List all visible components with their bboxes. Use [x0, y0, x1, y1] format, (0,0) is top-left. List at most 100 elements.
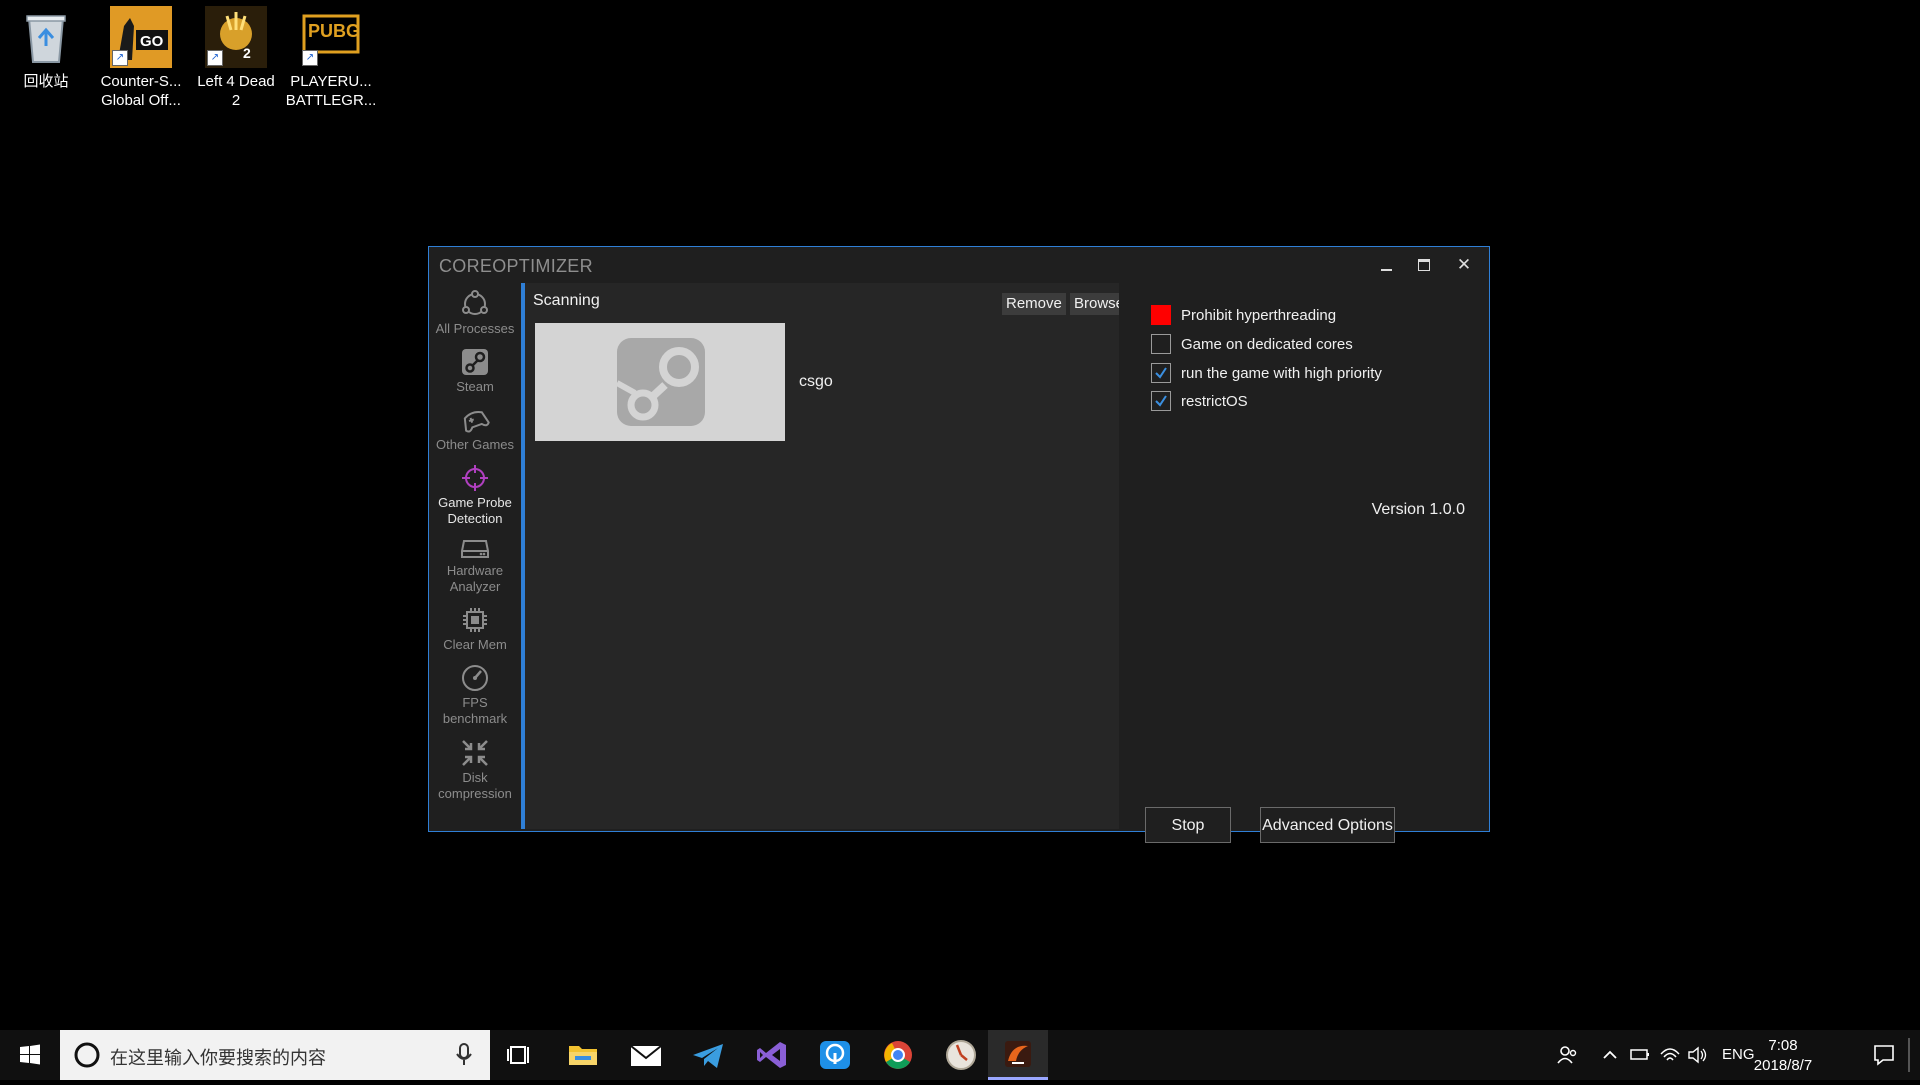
- telegram-icon: [679, 1030, 739, 1080]
- taskbar-chrome[interactable]: [868, 1030, 928, 1080]
- tray-volume-button[interactable]: [1686, 1030, 1710, 1080]
- prohibit-hyperthreading-checkbox[interactable]: [1151, 305, 1171, 325]
- desktop-icon-label: Counter-S...: [95, 72, 187, 91]
- task-view-icon: [490, 1030, 550, 1080]
- advanced-options-button[interactable]: Advanced Options: [1260, 807, 1395, 843]
- recycle-bin-icon: [15, 6, 77, 68]
- tray-people-button[interactable]: [1552, 1030, 1582, 1080]
- game-name: csgo: [799, 373, 833, 391]
- remove-button[interactable]: Remove: [1002, 293, 1066, 315]
- notification-icon: [1866, 1030, 1902, 1080]
- sidebar-item-steam[interactable]: Steam: [429, 347, 521, 395]
- coreoptimizer-window: COREOPTIMIZER ✕ All Processes Steam: [428, 246, 1490, 832]
- taskbar-visual-studio[interactable]: [742, 1030, 802, 1080]
- sidebar-item-hardware-analyzer[interactable]: Hardware Analyzer: [429, 535, 521, 595]
- volume-icon: [1686, 1030, 1710, 1080]
- pubg-icon: PUBG ↗: [300, 6, 362, 68]
- desktop-icon-label: PLAYERU...: [285, 72, 377, 91]
- clock-app-icon: [931, 1030, 991, 1080]
- sidebar-item-label: Clear Mem: [443, 637, 507, 652]
- taskbar-fps-app[interactable]: [988, 1030, 1048, 1080]
- processes-icon: [460, 289, 490, 319]
- microphone-icon[interactable]: [454, 1042, 474, 1068]
- dedicated-cores-checkbox[interactable]: [1151, 334, 1171, 354]
- restrict-os-checkbox[interactable]: [1151, 391, 1171, 411]
- action-center-button[interactable]: [1866, 1030, 1902, 1080]
- minimize-button[interactable]: [1369, 254, 1403, 276]
- taskbar-clock-app[interactable]: [931, 1030, 991, 1080]
- csgo-icon: GO ↗: [110, 6, 172, 68]
- compress-icon: [460, 738, 490, 768]
- game-list-item[interactable]: csgo: [535, 323, 1095, 441]
- checkmark-icon: [1154, 366, 1168, 380]
- clock-date: 2018/8/7: [1738, 1056, 1828, 1076]
- option-label: run the game with high priority: [1181, 365, 1382, 382]
- window-title: COREOPTIMIZER: [439, 256, 593, 277]
- task-view-button[interactable]: [490, 1030, 550, 1080]
- csgo-badge: GO: [140, 32, 163, 51]
- hard-drive-icon: [460, 535, 490, 561]
- game-thumbnail: [535, 323, 785, 441]
- high-priority-checkbox[interactable]: [1151, 363, 1171, 383]
- taskbar-file-explorer[interactable]: [553, 1030, 613, 1080]
- maximize-button[interactable]: [1407, 254, 1441, 276]
- desktop-icon-csgo[interactable]: GO ↗ Counter-S... Global Off...: [95, 6, 187, 110]
- taskbar-search-box[interactable]: 在这里输入你要搜索的内容: [60, 1030, 490, 1080]
- desktop-icon-recycle-bin[interactable]: 回收站: [0, 6, 92, 91]
- steam-icon: [460, 347, 490, 377]
- left4dead2-icon: 2 ↗: [205, 6, 267, 68]
- taskbar-app-store[interactable]: [805, 1030, 865, 1080]
- title-bar[interactable]: COREOPTIMIZER ✕: [429, 247, 1489, 283]
- desktop-icon-label-2: 2: [190, 91, 282, 110]
- svg-text:2: 2: [243, 45, 251, 61]
- desktop-icon-pubg[interactable]: PUBG ↗ PLAYERU... BATTLEGR...: [285, 6, 377, 110]
- clock-time: 7:08: [1738, 1036, 1828, 1056]
- option-label: restrictOS: [1181, 393, 1248, 410]
- sidebar-item-all-processes[interactable]: All Processes: [429, 289, 521, 337]
- sidebar-item-disk-compression[interactable]: Disk compression: [429, 738, 521, 802]
- cortana-icon: [72, 1040, 102, 1070]
- close-icon: ✕: [1457, 255, 1471, 274]
- tray-battery-button[interactable]: [1628, 1030, 1652, 1080]
- sidebar-item-label: FPS benchmark: [443, 695, 507, 726]
- options-panel: Prohibit hyperthreading Game on dedicate…: [1119, 283, 1489, 831]
- taskbar-mail[interactable]: [616, 1030, 676, 1080]
- desktop-icon-label: 回收站: [0, 72, 92, 91]
- file-explorer-icon: [553, 1030, 613, 1080]
- crosshair-icon: [460, 463, 490, 493]
- people-icon: [1552, 1030, 1582, 1080]
- sidebar-item-other-games[interactable]: Other Games: [429, 405, 521, 453]
- sidebar-item-label: Hardware Analyzer: [447, 563, 503, 594]
- maximize-icon: [1418, 259, 1430, 271]
- sidebar-item-label: Steam: [456, 379, 494, 394]
- wifi-icon: [1658, 1030, 1682, 1080]
- desktop-icon-left4dead2[interactable]: 2 ↗ Left 4 Dead 2: [190, 6, 282, 110]
- shortcut-arrow-icon: ↗: [112, 50, 128, 66]
- close-button[interactable]: ✕: [1447, 254, 1481, 276]
- tray-clock[interactable]: 7:08 2018/8/7: [1738, 1036, 1828, 1076]
- visual-studio-icon: [742, 1030, 802, 1080]
- sidebar-item-label: All Processes: [436, 321, 515, 336]
- sidebar-item-label: Other Games: [436, 437, 514, 452]
- start-button[interactable]: [0, 1030, 60, 1080]
- tray-overflow-button[interactable]: [1598, 1030, 1622, 1080]
- mail-icon: [616, 1030, 676, 1080]
- shortcut-arrow-icon: ↗: [207, 50, 223, 66]
- taskbar-telegram[interactable]: [679, 1030, 739, 1080]
- shortcut-arrow-icon: ↗: [302, 50, 318, 66]
- scan-status: Scanning: [533, 292, 600, 310]
- sidebar-item-game-probe-detection[interactable]: Game Probe Detection: [429, 463, 521, 527]
- search-placeholder: 在这里输入你要搜索的内容: [110, 1044, 326, 1070]
- sidebar-item-fps-benchmark[interactable]: FPS benchmark: [429, 663, 521, 727]
- minimize-icon: [1381, 269, 1392, 271]
- checkmark-icon: [1154, 394, 1168, 408]
- sidebar-item-clear-mem[interactable]: Clear Mem: [429, 605, 521, 653]
- stop-button[interactable]: Stop: [1145, 807, 1231, 843]
- desktop-icon-label-2: BATTLEGR...: [285, 91, 377, 110]
- show-desktop-button[interactable]: [1908, 1038, 1910, 1072]
- gauge-icon: [460, 663, 490, 693]
- tray-network-button[interactable]: [1658, 1030, 1682, 1080]
- chip-icon: [460, 605, 490, 635]
- chrome-icon: [868, 1030, 928, 1080]
- option-label: Game on dedicated cores: [1181, 336, 1353, 353]
